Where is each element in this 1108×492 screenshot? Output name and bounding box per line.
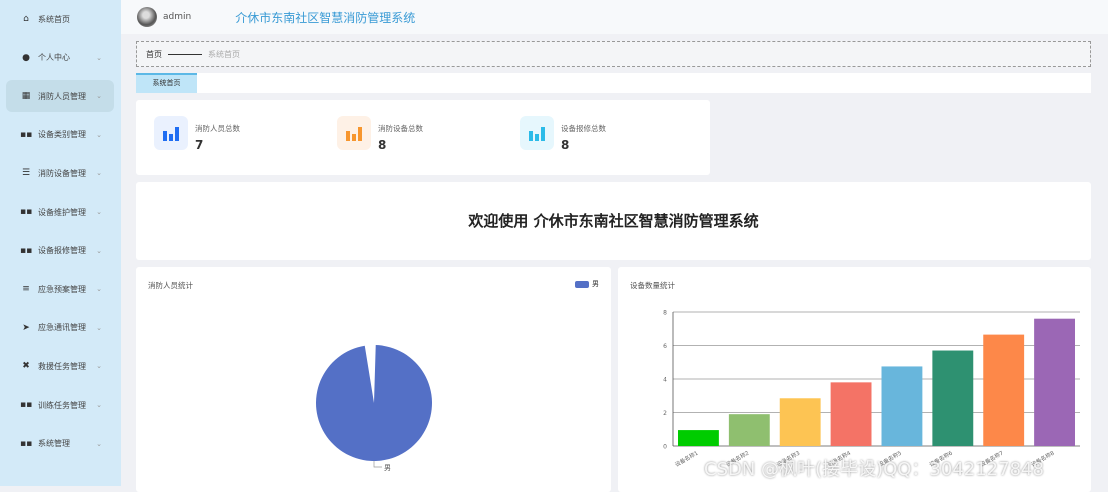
sidebar-item[interactable]: ▪▪ 设备类别管理 ⌄ bbox=[6, 119, 114, 151]
header: admin 介休市东南社区智慧消防管理系统 bbox=[121, 0, 1108, 34]
sidebar-item[interactable]: ▪▪ 训练任务管理 ⌄ bbox=[6, 389, 114, 421]
breadcrumb-current: 系统首页 bbox=[208, 49, 240, 59]
sidebar-item[interactable]: ▦ 消防人员管理 ⌄ bbox=[6, 80, 114, 113]
sidebar-item-label: 应急预案管理 bbox=[38, 284, 86, 294]
stat-item: 消防人员总数 7 bbox=[154, 116, 240, 152]
apps-icon: ▪▪ bbox=[20, 245, 33, 256]
user-icon: ● bbox=[22, 52, 30, 63]
watermark: CSDN @枫叶(接毕设)QQ：3042127848 bbox=[704, 459, 1044, 480]
rescue-icon: ✖ bbox=[22, 361, 30, 372]
bar bbox=[678, 430, 719, 446]
send-icon: ➤ bbox=[22, 322, 30, 333]
chevron-down-icon: ⌄ bbox=[96, 53, 102, 62]
sidebar-item-label: 设备维护管理 bbox=[38, 207, 86, 217]
bar-chart-icon bbox=[520, 116, 554, 150]
bar bbox=[1034, 318, 1075, 446]
sidebar-item[interactable]: ▪▪ 系统管理 ⌄ bbox=[6, 428, 114, 460]
avatar[interactable] bbox=[137, 7, 157, 27]
apps-icon: ▪▪ bbox=[20, 438, 33, 449]
bar bbox=[881, 366, 923, 446]
stat-label: 消防设备总数 bbox=[378, 124, 423, 133]
bar bbox=[983, 334, 1025, 446]
sidebar-item-label: 个人中心 bbox=[38, 53, 70, 63]
bar-chart-icon bbox=[154, 116, 188, 150]
chevron-down-icon: ⌄ bbox=[96, 130, 102, 139]
x-tick-label: 设备名称1 bbox=[673, 449, 699, 469]
stat-value: 8 bbox=[561, 138, 570, 152]
pie-label-line bbox=[373, 461, 382, 468]
sidebar-item-label: 系统管理 bbox=[38, 439, 70, 449]
grid-icon: ▦ bbox=[21, 91, 31, 102]
chevron-down-icon: ⌄ bbox=[96, 362, 102, 371]
sidebar-item[interactable]: ≡ 应急预案管理 ⌄ bbox=[6, 273, 114, 305]
breadcrumb: 首页 系统首页 bbox=[136, 41, 1091, 67]
bar bbox=[830, 382, 872, 446]
bar bbox=[932, 350, 974, 446]
breadcrumb-separator bbox=[168, 53, 202, 55]
stat-value: 7 bbox=[195, 138, 204, 152]
y-tick-label: 6 bbox=[663, 343, 667, 350]
y-tick-label: 8 bbox=[663, 310, 667, 317]
sidebar-item[interactable]: ☰ 消防设备管理 ⌄ bbox=[6, 157, 114, 189]
bar-chart-icon bbox=[337, 116, 371, 150]
apps-icon: ▪▪ bbox=[20, 207, 33, 217]
tab-home[interactable]: 系统首页 bbox=[136, 73, 197, 93]
chevron-down-icon: ⌄ bbox=[96, 285, 102, 294]
sidebar-item[interactable]: ⌂ 系统首页 bbox=[6, 3, 114, 35]
bar bbox=[728, 414, 770, 446]
sidebar-item-label: 设备报修管理 bbox=[38, 246, 86, 256]
sidebar-item-label: 消防设备管理 bbox=[38, 168, 86, 178]
list-icon: ☰ bbox=[21, 168, 31, 179]
chevron-down-icon: ⌄ bbox=[96, 169, 102, 178]
stats-card: 消防人员总数 7 消防设备总数 8 设备报修总数 8 bbox=[136, 100, 710, 175]
chevron-down-icon: ⌄ bbox=[96, 323, 102, 332]
pie-slice bbox=[316, 345, 432, 461]
sidebar-item[interactable]: ➤ 应急通讯管理 ⌄ bbox=[6, 312, 114, 344]
sidebar-item-label: 训练任务管理 bbox=[38, 400, 86, 410]
chevron-down-icon: ⌄ bbox=[96, 208, 102, 216]
sidebar-item[interactable]: ✖ 救援任务管理 ⌄ bbox=[6, 350, 114, 382]
sidebar: ⌂ 系统首页 ● 个人中心 ⌄ ▦ 消防人员管理 ⌄ ▪▪ 设备类别管理 ⌄ ☰ 消防设备管理 ⌄ ▪▪ 设备… bbox=[0, 0, 121, 486]
y-tick-label: 2 bbox=[663, 410, 667, 417]
chevron-down-icon: ⌄ bbox=[96, 439, 102, 448]
sidebar-item[interactable]: ● 个人中心 ⌄ bbox=[6, 42, 114, 74]
apps-icon: ▪▪ bbox=[20, 400, 33, 410]
welcome-banner: 欢迎使用 介休市东南社区智慧消防管理系统 bbox=[136, 182, 1091, 260]
breadcrumb-home[interactable]: 首页 bbox=[146, 49, 162, 60]
sidebar-item[interactable]: ▪▪ 设备报修管理 ⌄ bbox=[6, 235, 114, 267]
chevron-down-icon: ⌄ bbox=[96, 401, 102, 409]
chevron-down-icon: ⌄ bbox=[96, 246, 102, 255]
pie-slice-label: 男 bbox=[384, 464, 391, 472]
stat-value: 8 bbox=[378, 138, 387, 152]
sidebar-item-label: 设备类别管理 bbox=[38, 130, 86, 140]
sidebar-item[interactable]: ▪▪ 设备维护管理 ⌄ bbox=[6, 196, 114, 228]
chevron-down-icon: ⌄ bbox=[96, 92, 102, 101]
apps-icon: ▪▪ bbox=[20, 129, 33, 140]
sidebar-item-label: 救援任务管理 bbox=[38, 361, 86, 371]
stat-label: 消防人员总数 bbox=[195, 124, 240, 133]
tab-bar: 系统首页 bbox=[136, 73, 1091, 93]
stat-label: 设备报修总数 bbox=[561, 124, 606, 133]
stat-item: 设备报修总数 8 bbox=[520, 116, 606, 152]
sidebar-item-label: 消防人员管理 bbox=[38, 91, 86, 101]
y-tick-label: 0 bbox=[663, 444, 667, 451]
sidebar-item-label: 系统首页 bbox=[38, 14, 70, 24]
username[interactable]: admin bbox=[163, 12, 191, 22]
sidebar-item-label: 应急通讯管理 bbox=[38, 323, 86, 333]
app-title: 介休市东南社区智慧消防管理系统 bbox=[235, 10, 416, 25]
y-tick-label: 4 bbox=[663, 377, 667, 384]
home-icon: ⌂ bbox=[23, 14, 29, 24]
stat-item: 消防设备总数 8 bbox=[337, 116, 423, 152]
pie-chart-card: 消防人员统计 男 男 bbox=[136, 267, 611, 492]
sliders-icon: ≡ bbox=[22, 284, 30, 295]
bar bbox=[779, 398, 821, 446]
